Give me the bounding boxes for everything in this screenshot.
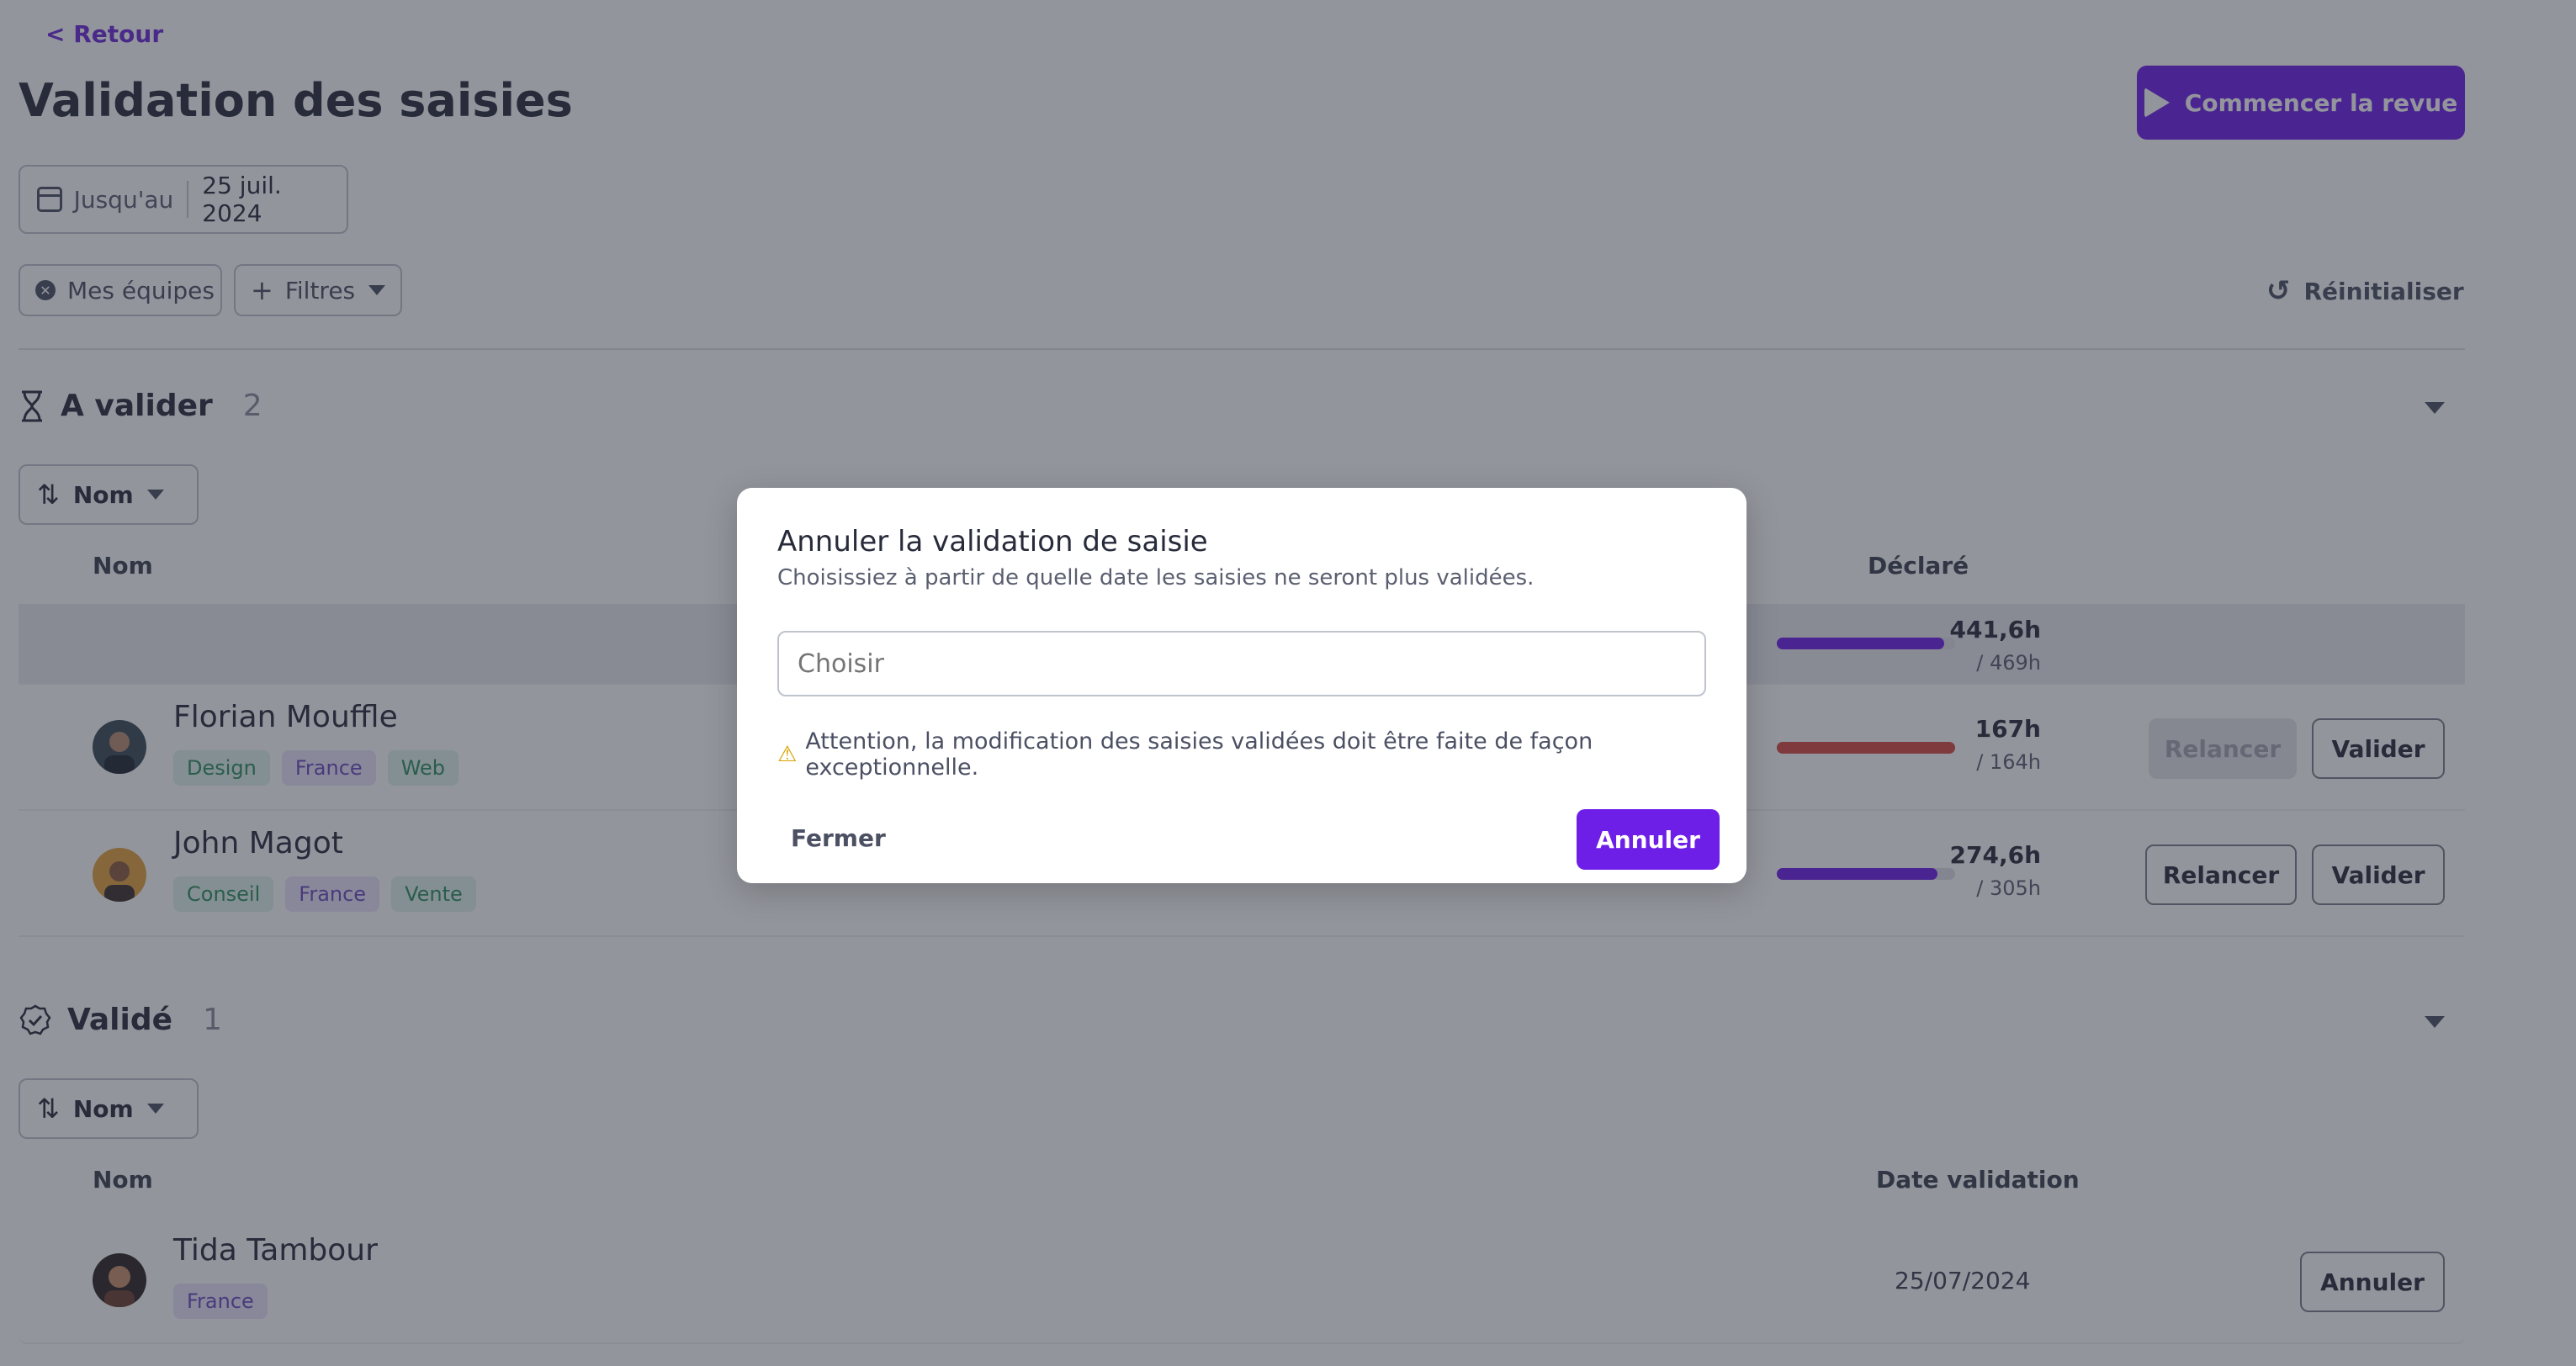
dialog-warning: ⚠ Attention, la modification des saisies… — [777, 728, 1746, 781]
close-button[interactable]: Fermer — [791, 824, 886, 852]
cancel-validation-dialog: Annuler la validation de saisie Choisiss… — [737, 488, 1746, 883]
warning-icon: ⚠ — [777, 742, 798, 767]
date-input[interactable] — [777, 631, 1706, 696]
confirm-cancel-button[interactable]: Annuler — [1577, 809, 1720, 870]
page: < Retour Validation des saisies Commence… — [0, 0, 2576, 1366]
dialog-subtitle: Choisissiez à partir de quelle date les … — [777, 565, 1534, 590]
warning-text: Attention, la modification des saisies v… — [805, 728, 1593, 781]
dialog-title: Annuler la validation de saisie — [777, 525, 1208, 559]
